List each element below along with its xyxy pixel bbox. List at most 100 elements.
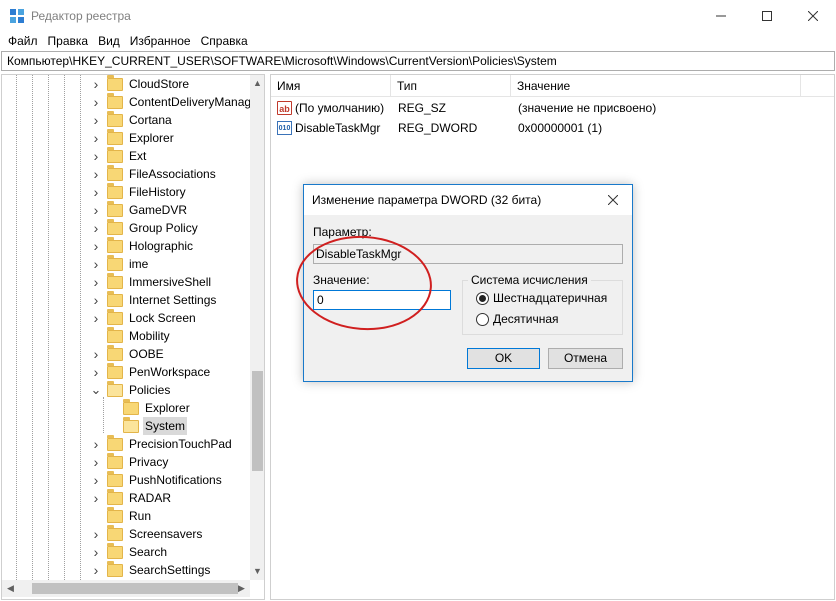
- tree-item[interactable]: › Cortana: [90, 110, 174, 129]
- folder-icon: [107, 290, 123, 307]
- tree-item-label: ImmersiveShell: [129, 275, 212, 289]
- scroll-thumb[interactable]: [252, 371, 263, 471]
- folder-icon: [107, 326, 123, 343]
- tree-item[interactable]: System: [106, 416, 188, 435]
- radio-decimal-indicator[interactable]: [476, 312, 489, 326]
- maximize-button[interactable]: [744, 0, 790, 31]
- chevron-right-icon[interactable]: ›: [90, 256, 102, 272]
- folder-icon: [107, 344, 123, 361]
- radio-hex[interactable]: Шестнадцатеричная: [476, 291, 607, 305]
- address-bar[interactable]: Компьютер\HKEY_CURRENT_USER\SOFTWARE\Mic…: [1, 51, 835, 71]
- scroll-up-icon[interactable]: ▲: [250, 75, 264, 92]
- key-tree[interactable]: › CloudStore › ContentDeliveryManage › Cortan…: [1, 74, 265, 600]
- tree-item[interactable]: › OOBE: [90, 344, 166, 363]
- dialog-close-button[interactable]: [601, 189, 625, 211]
- radio-decimal[interactable]: Десятичная: [476, 312, 559, 326]
- tree-item[interactable]: › SearchSettings: [90, 560, 212, 579]
- tree-item[interactable]: › FileHistory: [90, 182, 188, 201]
- column-name[interactable]: Имя: [271, 75, 391, 97]
- chevron-right-icon[interactable]: ›: [90, 112, 102, 128]
- folder-icon: [107, 218, 123, 235]
- chevron-right-icon[interactable]: ›: [90, 526, 102, 542]
- tree-item[interactable]: › FileAssociations: [90, 164, 218, 183]
- folder-icon: [107, 488, 123, 505]
- chevron-right-icon[interactable]: ›: [90, 454, 102, 470]
- menu-edit[interactable]: Правка: [43, 31, 94, 51]
- tree-item[interactable]: › Screensavers: [90, 524, 204, 543]
- tree-item[interactable]: › Search: [90, 542, 169, 561]
- radio-decimal-label: Десятичная: [493, 312, 559, 326]
- chevron-right-icon[interactable]: ›: [90, 148, 102, 164]
- close-window-button[interactable]: [790, 0, 836, 31]
- tree-item[interactable]: › Lock Screen: [90, 308, 198, 327]
- chevron-right-icon[interactable]: ›: [90, 238, 102, 254]
- menu-favorites[interactable]: Избранное: [125, 31, 196, 51]
- tree-item[interactable]: › ImmersiveShell: [90, 272, 213, 291]
- list-row[interactable]: ab (По умолчанию) REG_SZ (значение не пр…: [271, 98, 834, 118]
- chevron-right-icon[interactable]: ›: [90, 346, 102, 362]
- value-input[interactable]: [313, 290, 451, 310]
- tree-vertical-scrollbar[interactable]: ▲ ▼: [250, 75, 264, 580]
- scroll-right-icon[interactable]: ▶: [233, 580, 250, 597]
- tree-horizontal-scrollbar[interactable]: ◀ ▶: [2, 580, 250, 597]
- chevron-down-icon[interactable]: ⌄: [90, 382, 102, 398]
- list-row[interactable]: 010 DisableTaskMgr REG_DWORD 0x00000001 …: [271, 118, 834, 138]
- dialog-title-bar: Изменение параметра DWORD (32 бита): [304, 185, 632, 215]
- chevron-right-icon[interactable]: ›: [90, 274, 102, 290]
- cancel-button[interactable]: Отмена: [548, 348, 623, 369]
- tree-item[interactable]: › Privacy: [90, 452, 170, 471]
- tree-item[interactable]: › RADAR: [90, 488, 173, 507]
- chevron-right-icon[interactable]: ›: [90, 94, 102, 110]
- chevron-right-icon[interactable]: ›: [90, 364, 102, 380]
- tree-item[interactable]: › Explorer: [90, 128, 176, 147]
- tree-item[interactable]: › Group Policy: [90, 218, 200, 237]
- tree-item-label: FileAssociations: [129, 167, 216, 181]
- tree-item-label: RADAR: [129, 491, 172, 505]
- chevron-right-icon[interactable]: ›: [90, 562, 102, 578]
- chevron-right-icon[interactable]: ›: [90, 544, 102, 560]
- tree-item[interactable]: › CloudStore: [90, 75, 191, 93]
- chevron-right-icon[interactable]: ›: [90, 490, 102, 506]
- close-icon: [607, 194, 619, 206]
- tree-item[interactable]: › ContentDeliveryManage: [90, 92, 260, 111]
- chevron-right-icon[interactable]: ›: [90, 130, 102, 146]
- menu-file[interactable]: Файл: [3, 31, 43, 51]
- tree-item-label: FileHistory: [129, 185, 186, 199]
- scroll-down-icon[interactable]: ▼: [250, 563, 264, 580]
- tree-item[interactable]: › PushNotifications: [90, 470, 224, 489]
- column-type[interactable]: Тип: [391, 75, 511, 97]
- tree-item[interactable]: Mobility: [90, 326, 172, 345]
- scroll-left-icon[interactable]: ◀: [2, 580, 19, 597]
- chevron-right-icon[interactable]: ›: [90, 202, 102, 218]
- tree-item[interactable]: › Internet Settings: [90, 290, 218, 309]
- chevron-right-icon[interactable]: ›: [90, 292, 102, 308]
- tree-indent-guide: [48, 75, 49, 580]
- menu-view[interactable]: Вид: [93, 31, 125, 51]
- title-bar: Редактор реестра: [0, 0, 836, 31]
- tree-item[interactable]: › PenWorkspace: [90, 362, 212, 381]
- chevron-right-icon[interactable]: ›: [90, 310, 102, 326]
- tree-item[interactable]: › GameDVR: [90, 200, 189, 219]
- tree-item[interactable]: › ime: [90, 254, 150, 273]
- chevron-right-icon[interactable]: ›: [90, 436, 102, 452]
- radio-hex-indicator[interactable]: [476, 291, 489, 305]
- chevron-right-icon[interactable]: ›: [90, 472, 102, 488]
- chevron-right-icon[interactable]: ›: [90, 76, 102, 92]
- scroll-thumb-horizontal[interactable]: [32, 583, 238, 594]
- tree-item-label: Cortana: [129, 113, 172, 127]
- column-value[interactable]: Значение: [511, 75, 801, 97]
- chevron-right-icon[interactable]: ›: [90, 184, 102, 200]
- chevron-right-icon[interactable]: ›: [90, 166, 102, 182]
- tree-item[interactable]: Run: [90, 506, 153, 525]
- chevron-right-icon[interactable]: ›: [90, 220, 102, 236]
- tree-item[interactable]: Explorer: [106, 398, 192, 417]
- folder-icon: [123, 416, 139, 433]
- tree-item[interactable]: › Holographic: [90, 236, 195, 255]
- minimize-button[interactable]: [698, 0, 744, 31]
- menu-help[interactable]: Справка: [196, 31, 253, 51]
- tree-item-label: PrecisionTouchPad: [129, 437, 232, 451]
- tree-item[interactable]: › Ext: [90, 146, 148, 165]
- ok-button[interactable]: OK: [467, 348, 540, 369]
- row-type: REG_SZ: [398, 101, 447, 115]
- tree-item[interactable]: › PrecisionTouchPad: [90, 434, 234, 453]
